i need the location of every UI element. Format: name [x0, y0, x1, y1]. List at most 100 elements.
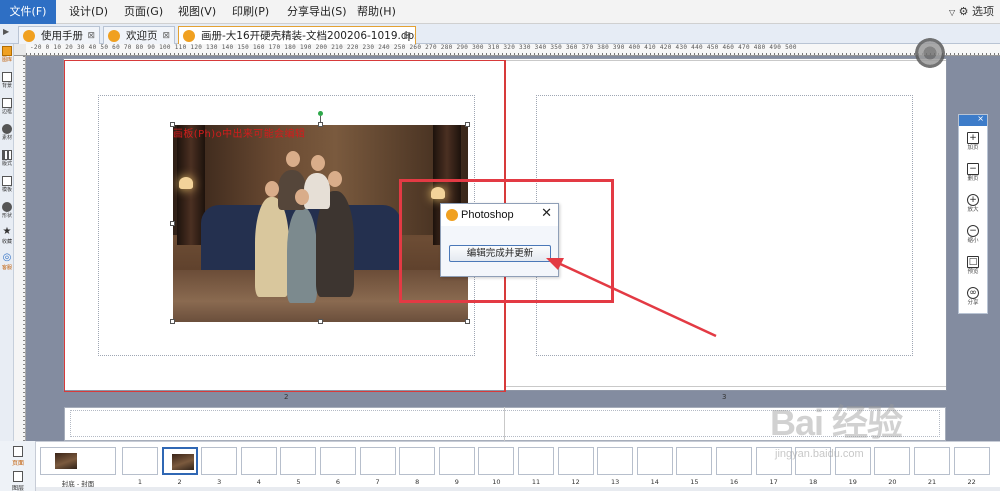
thumbnail-label: 8	[415, 478, 420, 486]
next-spread-spine	[504, 407, 505, 441]
page-thumbnail[interactable]	[438, 447, 475, 475]
photo-overlay-text: 画板(Ph)o中出来可能会编辑	[173, 129, 306, 140]
tab-scroll-button[interactable]: ▶	[3, 27, 9, 36]
resize-handle-bottom-right[interactable]	[465, 319, 470, 324]
zoom-in-icon: +	[967, 194, 979, 206]
left-tool-image-library[interactable]: 图库	[0, 44, 14, 70]
page-thumbnail[interactable]	[874, 447, 911, 475]
rotation-handle[interactable]	[318, 111, 323, 116]
photo-face	[311, 155, 325, 171]
left-tool-shape[interactable]: 形状	[0, 200, 14, 226]
page-thumbnail[interactable]	[122, 447, 158, 475]
photo-face	[295, 189, 309, 205]
delete-page-button[interactable]: − 删页	[959, 160, 987, 190]
page-thumbnail[interactable]	[40, 447, 116, 475]
resize-handle-top[interactable]	[318, 122, 323, 127]
tab-close-icon[interactable]: ⊠	[403, 27, 411, 44]
shape-icon	[2, 202, 12, 212]
photo-face	[265, 181, 279, 197]
page-thumbnail[interactable]	[716, 447, 752, 475]
tab-close-icon[interactable]: ⊠	[87, 27, 95, 44]
share-button[interactable]: ∞ 分享	[959, 284, 987, 314]
page-thumbnail[interactable]	[359, 447, 396, 475]
horizontal-scrollbar[interactable]	[36, 487, 1000, 491]
menu-page[interactable]: 页面(G)	[124, 0, 163, 24]
close-icon[interactable]: ✕	[541, 207, 552, 221]
pages-tab[interactable]: 页面	[8, 446, 28, 467]
watermark-url: jingyan.baidu.com	[775, 448, 864, 460]
tab-close-icon[interactable]: ⊠	[162, 27, 170, 44]
chat-icon: ◎	[2, 252, 12, 263]
page-thumbnail[interactable]	[161, 447, 198, 475]
layers-icon	[13, 471, 23, 482]
page-thumbnail[interactable]	[280, 447, 317, 475]
vertical-ruler	[14, 56, 26, 441]
close-icon[interactable]: ×	[977, 114, 984, 123]
resize-handle-bottom[interactable]	[318, 319, 323, 324]
left-tool-customer-service[interactable]: ◎ 客服	[0, 252, 14, 278]
menu-bar: 文件(F) 设计(D) 页面(G) 视图(V) 印刷(P) 分享导出(S) 帮助…	[0, 0, 1000, 24]
options-menu[interactable]: ▽ ⚙ 选项	[949, 0, 994, 24]
thumbnail-label: 18	[809, 478, 818, 486]
left-tool-template[interactable]: 模板	[0, 174, 14, 200]
thumbnail-label: 10	[492, 478, 501, 486]
app-logo-icon	[446, 209, 458, 221]
zoom-out-button[interactable]: − 缩小	[959, 222, 987, 252]
dialog-title: Photoshop	[461, 209, 514, 221]
resize-handle-top-left[interactable]	[170, 122, 175, 127]
menu-help[interactable]: 帮助(H)	[357, 0, 396, 24]
zoom-in-button[interactable]: + 放大	[959, 191, 987, 221]
preview-icon: □	[967, 256, 979, 268]
resize-handle-top-right[interactable]	[465, 122, 470, 127]
page-thumbnail[interactable]	[914, 447, 950, 475]
chevron-down-icon: ▽	[948, 8, 956, 17]
add-page-button[interactable]: + 加页	[959, 129, 987, 159]
photo-lamp	[179, 177, 193, 189]
finish-edit-update-button[interactable]: 编辑完成并更新	[449, 245, 551, 262]
left-tool-favorites[interactable]: ★ 收藏	[0, 226, 14, 252]
add-page-icon: +	[967, 132, 979, 144]
left-tool-border[interactable]: 边框	[0, 96, 14, 122]
star-icon: ★	[2, 226, 12, 237]
thumbnail-label: 22	[967, 478, 976, 486]
right-floating-toolbar: × + 加页 − 删页 + 放大 − 缩小 □ 预览 ∞ 分享	[958, 114, 988, 314]
menu-share-export[interactable]: 分享导出(S)	[287, 0, 347, 24]
page-thumbnail[interactable]	[557, 447, 594, 475]
resize-handle-bottom-left[interactable]	[170, 319, 175, 324]
photo-person	[304, 173, 330, 209]
preview-button[interactable]: □ 预览	[959, 253, 987, 283]
thumbnail-image	[55, 453, 77, 469]
template-icon	[2, 176, 12, 186]
thumbnail-label: 12	[571, 478, 580, 486]
resize-handle-left[interactable]	[170, 221, 175, 226]
menu-design[interactable]: 设计(D)	[69, 0, 108, 24]
tab-album-document[interactable]: 画册-大16开硬壳精装-文档200206-1019.dpsf ⊠	[178, 26, 416, 44]
tab-welcome[interactable]: 欢迎页 ⊠	[103, 26, 175, 44]
left-tool-background[interactable]: 背景	[0, 70, 14, 96]
thumbnail-label: 13	[611, 478, 620, 486]
thumbnail-label: 17	[769, 478, 778, 486]
menu-view[interactable]: 视图(V)	[178, 0, 216, 24]
menu-print[interactable]: 印刷(P)	[232, 0, 269, 24]
left-tool-material[interactable]: 素材	[0, 122, 14, 148]
page-thumbnail[interactable]	[399, 447, 436, 475]
left-tool-layout[interactable]: 版式	[0, 148, 14, 174]
page-thumbnail[interactable]	[201, 447, 238, 475]
bottom-side-tabs: 页面 图层	[0, 441, 36, 491]
ruler-labels: -20 0 10 20 30 40 50 60 70 80 90 100 110…	[30, 44, 797, 51]
page-thumbnail[interactable]	[518, 447, 554, 475]
page-thumbnail[interactable]	[478, 447, 515, 475]
page-thumbnail[interactable]	[597, 447, 634, 475]
page-thumbnail[interactable]	[953, 447, 990, 475]
menu-file[interactable]: 文件(F)	[0, 0, 56, 24]
page-thumbnail[interactable]	[240, 447, 277, 475]
layers-tab[interactable]: 图层	[8, 471, 28, 491]
page-thumbnail[interactable]	[320, 447, 356, 475]
tab-user-manual[interactable]: 使用手册 ⊠	[18, 26, 100, 44]
page-thumbnail[interactable]	[636, 447, 673, 475]
dialog-title-bar[interactable]: Photoshop ✕	[441, 204, 558, 226]
app-logo-icon	[108, 30, 120, 42]
page-thumbnail[interactable]	[676, 447, 713, 475]
tab-label: 画册-大16开硬壳精装-文档200206-1019.dpsf	[201, 30, 416, 42]
record-button[interactable]	[915, 38, 945, 68]
